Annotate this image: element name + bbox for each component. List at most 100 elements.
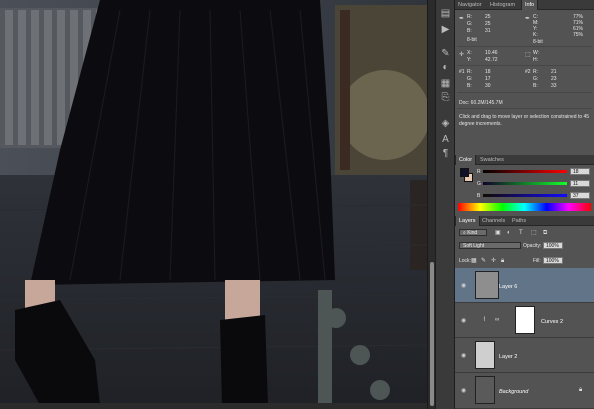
doc-size: Doc: 60.2M/145.7M [459, 100, 503, 106]
eyedropper-icon: ✒ [459, 16, 465, 22]
sample2-r: 21 [551, 69, 557, 75]
pixel-filter-icon[interactable]: ▣ [495, 230, 501, 236]
blue-value-input[interactable]: 37 [570, 192, 590, 199]
kind-label: Kind [467, 230, 478, 236]
right-shoe [220, 315, 268, 405]
green-slider[interactable] [483, 182, 567, 185]
info-x: 10.46 [485, 50, 498, 56]
layer-name[interactable]: Layer 6 [499, 284, 517, 290]
chain-link-icon[interactable]: ∞ [495, 317, 499, 323]
color-tabbar: Color Swatches [455, 155, 594, 165]
layer-row-background[interactable]: ◉ Background 🔒︎ [455, 373, 594, 409]
s2-r-label: R: [533, 69, 538, 75]
layers-tabbar: Layers Channels Paths [455, 216, 594, 226]
sample2-g: 23 [551, 76, 557, 82]
s1-r-label: R: [467, 69, 472, 75]
adjustment-filter-icon[interactable]: ◐ [507, 230, 511, 236]
paragraph-icon[interactable]: ¶ [439, 148, 452, 160]
layer-mask-thumbnail[interactable] [515, 306, 535, 334]
adjust-icon[interactable]: ◐ [439, 62, 452, 74]
tool-hint: Click and drag to move layer or selectio… [459, 114, 590, 127]
swatch-icon[interactable]: ▦ [439, 78, 452, 90]
opacity-label: Opacity: [523, 243, 542, 249]
shape-filter-icon[interactable]: ⬚ [531, 230, 537, 236]
fill-input[interactable]: 100% [543, 257, 563, 264]
text-icon[interactable]: A [439, 134, 452, 146]
layer-name[interactable]: Background [499, 389, 528, 395]
blend-mode-dropdown[interactable]: Soft Light [459, 242, 521, 249]
layer-row-layer-6[interactable]: ◉ Layer 6 [455, 268, 594, 303]
sample1-r: 18 [485, 69, 491, 75]
color-b-label: B [477, 193, 481, 199]
s1-g-label: G: [467, 76, 473, 82]
sample1-b: 30 [485, 83, 491, 89]
tab-paths[interactable]: Paths [509, 216, 529, 226]
red-slider[interactable] [483, 170, 567, 173]
layers-icon[interactable]: ◈ [439, 118, 452, 130]
lock-all-icon[interactable]: 🔒︎ [501, 258, 504, 264]
lock-position-icon[interactable]: ✛ [491, 258, 496, 264]
info-y-coord: 42.72 [485, 57, 498, 63]
clone-icon[interactable]: ⎘ [439, 92, 452, 104]
tab-info[interactable]: Info [521, 0, 539, 10]
opacity-input[interactable]: 100% [543, 242, 563, 249]
brush-icon[interactable]: ✎ [439, 48, 452, 60]
b-label: B: [467, 28, 472, 34]
r-label: R: [467, 14, 472, 20]
tab-histogram[interactable]: Histogram [487, 0, 518, 10]
eye-icon[interactable]: ◉ [461, 352, 466, 359]
tab-layers[interactable]: Layers [455, 216, 480, 226]
type-filter-icon[interactable]: T [519, 230, 523, 236]
lock-pixels-icon[interactable]: ✎ [481, 258, 486, 264]
canvas-photo [0, 0, 427, 409]
h-label: H: [533, 57, 538, 63]
tab-navigator[interactable]: Navigator [455, 0, 485, 10]
sample2-b: 33 [551, 83, 557, 89]
tab-channels[interactable]: Channels [479, 216, 508, 226]
layer-name[interactable]: Curves 2 [541, 319, 563, 325]
smart-filter-icon[interactable]: ⧉ [543, 230, 547, 236]
foreground-color-swatch[interactable] [460, 168, 469, 177]
color-r-label: R [477, 169, 481, 175]
s1-b-label: B: [467, 83, 472, 89]
eye-icon[interactable]: ◉ [461, 317, 466, 324]
info-k: 75% [573, 32, 584, 38]
eye-icon[interactable]: ◉ [461, 387, 466, 394]
color-spectrum-ramp[interactable] [458, 203, 591, 211]
layer-name[interactable]: Layer 2 [499, 354, 517, 360]
actions-icon[interactable]: ▶ [439, 24, 452, 36]
crosshair-icon: ✛ [459, 52, 465, 58]
divider [457, 92, 592, 93]
scroll-thumb[interactable] [430, 262, 434, 406]
w-label: W: [533, 50, 540, 56]
layer-row-layer-2[interactable]: ◉ Layer 2 [455, 338, 594, 373]
g-label: G: [467, 21, 473, 27]
s2-b-label: B: [533, 83, 538, 89]
tab-swatches[interactable]: Swatches [477, 155, 507, 165]
y-coord-label: Y: [467, 57, 472, 63]
info-tabbar: Navigator Histogram Info [455, 0, 594, 10]
k-label: K: [533, 32, 538, 38]
eye-icon[interactable]: ◉ [461, 282, 466, 289]
divider [457, 46, 592, 47]
layer-row-curves-2[interactable]: ◉ ⌇ ∞ Curves 2 [455, 303, 594, 338]
blue-slider[interactable] [483, 194, 567, 197]
info-r: 25 [485, 14, 491, 20]
sample1-id: #1 [459, 69, 465, 75]
document-canvas[interactable] [0, 0, 427, 409]
horizontal-scrollbar[interactable] [0, 403, 427, 409]
info-b: 31 [485, 28, 491, 34]
red-value-input[interactable]: 18 [570, 168, 590, 175]
divider [457, 108, 592, 109]
s2-g-label: G: [533, 76, 539, 82]
green-value-input[interactable]: 11 [570, 180, 590, 187]
tab-color[interactable]: Color [455, 155, 477, 165]
layer-thumbnail [475, 376, 495, 404]
vertical-scrollbar[interactable] [427, 0, 435, 409]
photoshop-window: ▤ ▶ ✎ ◐ ▦ ⎘ ◈ A ¶ Navigator Histogram In… [0, 0, 594, 409]
lock-transparent-icon[interactable]: ▦ [471, 258, 477, 264]
history-icon[interactable]: ▤ [439, 8, 452, 20]
fill-label: Fill: [533, 258, 541, 264]
lock-icon: 🔒︎ [579, 387, 583, 393]
filter-kind-dropdown[interactable]: ⌕ Kind [459, 229, 487, 236]
